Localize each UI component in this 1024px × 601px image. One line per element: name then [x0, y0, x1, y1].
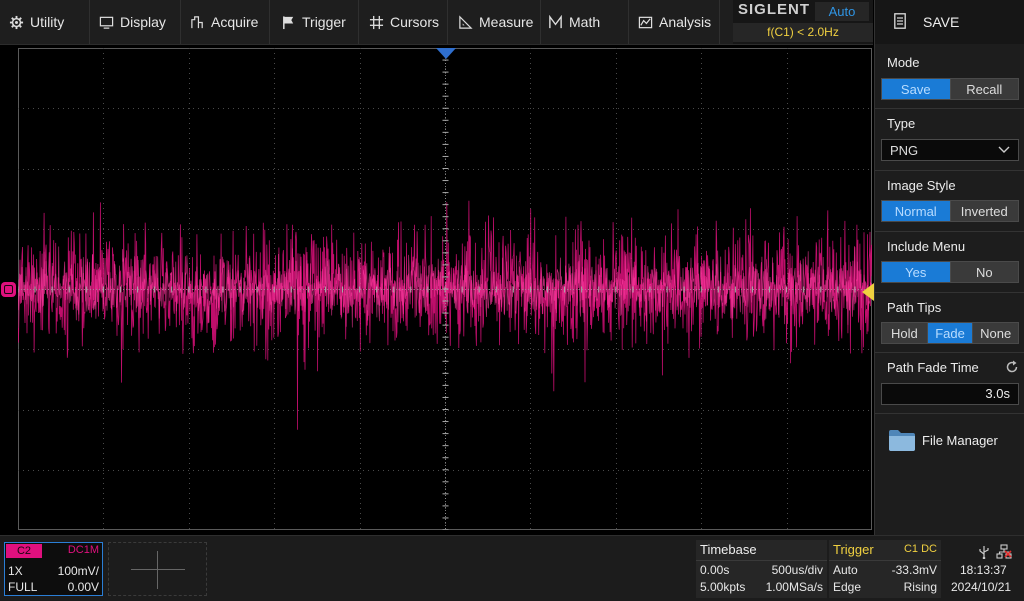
analysis-icon	[638, 16, 653, 28]
mode-recall-option[interactable]: Recall	[951, 79, 1019, 99]
channel-coupling: DC1M	[67, 544, 99, 556]
trigger-level: -33.3mV	[891, 563, 937, 577]
channel-bandwidth: FULL	[8, 580, 38, 594]
include-menu-no-option[interactable]: No	[951, 262, 1019, 282]
refresh-icon[interactable]	[1005, 360, 1019, 374]
trigger-source: C1 DC	[903, 543, 937, 555]
menu-analysis-label: Analysis	[659, 14, 712, 30]
timebase-label: Timebase	[700, 542, 757, 557]
menu-utility-label: Utility	[30, 14, 65, 30]
menu-measure-label: Measure	[479, 14, 534, 30]
menu-math-label: Math	[569, 14, 601, 30]
image-style-normal-option[interactable]: Normal	[882, 201, 951, 221]
add-channel-slot[interactable]	[108, 542, 207, 596]
menu-utility[interactable]: Utility	[9, 0, 64, 44]
type-label: Type	[887, 116, 916, 131]
image-style-label: Image Style	[887, 178, 956, 193]
menu-acquire-label: Acquire	[211, 14, 259, 30]
trigger-slope: Rising	[903, 580, 937, 594]
file-manager-label: File Manager	[922, 433, 998, 448]
chevron-down-icon	[998, 146, 1010, 153]
mode-label: Mode	[887, 55, 920, 70]
menu-display[interactable]: Display	[99, 0, 166, 44]
type-value: PNG	[890, 142, 919, 158]
path-tips-none-option[interactable]: None	[973, 323, 1018, 343]
network-disconnected-icon	[996, 544, 1012, 559]
path-fade-time-label: Path Fade Time	[887, 360, 979, 375]
trigger-type: Edge	[833, 580, 862, 594]
math-icon	[549, 14, 562, 28]
menu-trigger[interactable]: Trigger	[281, 0, 346, 44]
path-tips-hold-option[interactable]: Hold	[882, 323, 928, 343]
channel-scale: 100mV/	[57, 564, 99, 578]
timebase-scale: 500us/div	[771, 563, 823, 577]
panel-header: SAVE	[875, 0, 1024, 44]
menu-cursors[interactable]: Cursors	[369, 0, 439, 44]
menu-trigger-label: Trigger	[302, 14, 346, 30]
timebase-delay: 0.00s	[700, 563, 730, 577]
channel-c2-box[interactable]: C2 DC1M 1X 100mV/ FULL 0.00V	[4, 542, 103, 596]
menu-analysis[interactable]: Analysis	[638, 0, 711, 44]
menu-measure[interactable]: Measure	[458, 0, 533, 44]
usb-icon	[979, 546, 989, 559]
top-menu-bar: Utility Display Acquire Trigger Cursors …	[0, 0, 873, 45]
channel-ground-marker[interactable]	[1, 282, 16, 297]
measure-icon	[459, 14, 473, 29]
channel-tag: C2	[6, 544, 42, 558]
cursors-icon	[369, 15, 384, 29]
flag-icon	[283, 15, 294, 29]
document-icon	[894, 13, 906, 29]
panel-title: SAVE	[923, 14, 960, 30]
path-tips-selector: Hold Fade None	[881, 322, 1019, 344]
trigger-mode: Auto	[833, 563, 858, 577]
trigger-label: Trigger	[833, 542, 874, 557]
include-menu-label: Include Menu	[887, 239, 966, 254]
gear-icon	[9, 15, 24, 29]
save-panel: SAVE Mode Save Recall Type PNG Image Sty…	[874, 0, 1024, 600]
type-dropdown[interactable]: PNG	[881, 139, 1019, 161]
menu-acquire[interactable]: Acquire	[190, 0, 258, 44]
trigger-box[interactable]: Trigger C1 DC Auto -33.3mV Edge Rising	[829, 540, 941, 598]
mode-selector: Save Recall	[881, 78, 1019, 100]
system-status: 18:13:37 2024/10/21	[944, 540, 1024, 598]
clock-date: 2024/10/21	[951, 580, 1012, 594]
file-manager-button[interactable]: File Manager	[875, 420, 1024, 462]
include-menu-yes-option[interactable]: Yes	[882, 262, 951, 282]
channel-offset: 0.00V	[67, 580, 99, 594]
path-tips-label: Path Tips	[887, 300, 942, 315]
path-fade-time-field[interactable]: 3.0s	[881, 383, 1019, 405]
timebase-box[interactable]: Timebase 0.00s 500us/div 5.00kpts 1.00MS…	[696, 540, 827, 598]
frequency-counter: f(C1) < 2.0Hz	[733, 23, 873, 42]
clock-time: 18:13:37	[960, 563, 1007, 577]
bottom-status-bar: C2 DC1M 1X 100mV/ FULL 0.00V Timebase 0.…	[0, 535, 1024, 601]
path-tips-fade-option[interactable]: Fade	[927, 323, 974, 343]
timebase-rate: 1.00MSa/s	[765, 580, 823, 594]
trigger-level-marker[interactable]	[862, 283, 874, 301]
monitor-icon	[99, 16, 114, 29]
waveform-display[interactable]	[18, 48, 872, 530]
image-style-inverted-option[interactable]: Inverted	[951, 201, 1019, 221]
trigger-mode-indicator[interactable]: Auto	[815, 2, 869, 21]
siglent-logo: SIGLENT	[738, 1, 811, 18]
menu-cursors-label: Cursors	[390, 14, 440, 30]
folder-icon	[889, 430, 915, 451]
timebase-points: 5.00kpts	[700, 580, 746, 594]
menu-display-label: Display	[120, 14, 166, 30]
trigger-position-marker[interactable]	[436, 48, 456, 60]
image-style-selector: Normal Inverted	[881, 200, 1019, 222]
channel-probe: 1X	[8, 564, 23, 578]
acquire-icon	[191, 15, 203, 28]
menu-math[interactable]: Math	[548, 0, 600, 44]
mode-save-option[interactable]: Save	[882, 79, 951, 99]
brand-area: SIGLENT Auto f(C1) < 2.0Hz	[733, 0, 873, 44]
include-menu-selector: Yes No	[881, 261, 1019, 283]
